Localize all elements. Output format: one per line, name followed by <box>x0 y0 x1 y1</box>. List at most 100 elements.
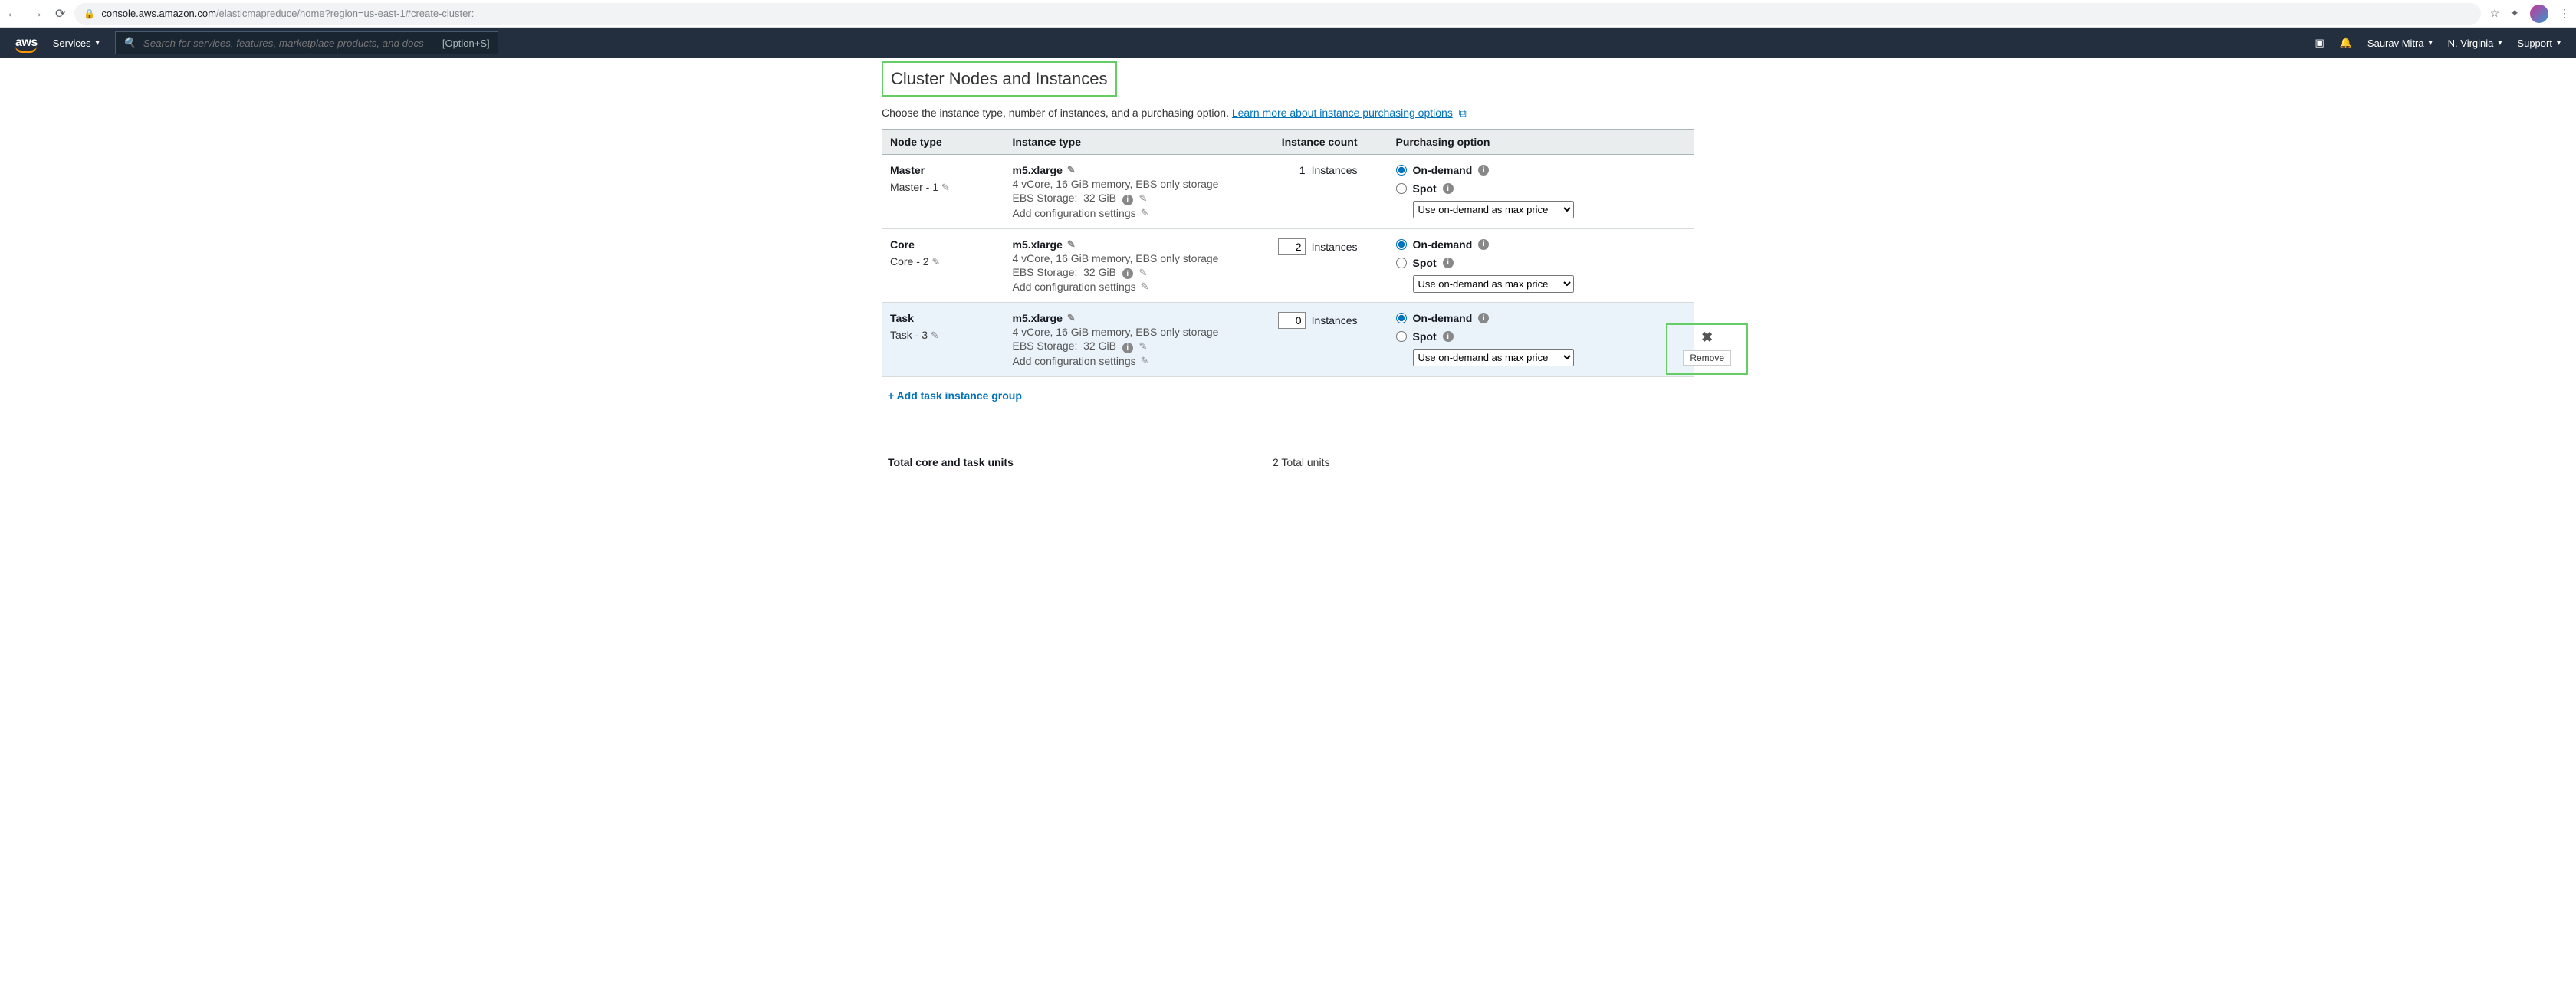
instance-type: m5.xlarge <box>1013 164 1063 176</box>
pencil-icon[interactable]: ✎ <box>941 182 950 193</box>
pencil-icon[interactable]: ✎ <box>1067 312 1076 324</box>
table-row-task: Task Task - 3 ✎ m5.xlarge ✎ 4 vCore, 16 … <box>882 303 1694 377</box>
browser-toolbar: ← → ⟳ 🔒 console.aws.amazon.com/elasticma… <box>0 0 2576 28</box>
star-icon[interactable]: ☆ <box>2490 7 2500 20</box>
back-icon[interactable]: ← <box>6 7 18 21</box>
table-row-core: Core Core - 2 ✎ m5.xlarge ✎ 4 vCore, 16 … <box>882 228 1694 303</box>
search-input[interactable] <box>143 38 435 49</box>
instance-type: m5.xlarge <box>1013 312 1063 324</box>
aws-top-nav: aws Services 🔍 [Option+S] ▣ 🔔 Saurav Mit… <box>0 28 2576 58</box>
totals-value: 2 Total units <box>1273 456 1329 468</box>
instance-count-input[interactable] <box>1278 238 1306 255</box>
col-instance-type: Instance type <box>1005 130 1266 155</box>
add-config-link[interactable]: Add configuration settings <box>1013 281 1136 293</box>
services-label: Services <box>53 38 91 49</box>
info-icon[interactable]: i <box>1478 165 1489 176</box>
section-description: Choose the instance type, number of inst… <box>882 107 1694 120</box>
info-icon[interactable]: i <box>1443 258 1454 268</box>
pencil-icon[interactable]: ✎ <box>1141 355 1149 367</box>
info-icon[interactable]: i <box>1478 239 1489 250</box>
remove-tooltip: Remove <box>1683 350 1731 366</box>
info-icon[interactable]: i <box>1122 195 1133 205</box>
ebs-label: EBS Storage: <box>1013 192 1078 204</box>
support-menu[interactable]: Support <box>2517 38 2561 49</box>
instance-specs: 4 vCore, 16 GiB memory, EBS only storage <box>1013 252 1258 264</box>
spot-radio[interactable]: Spot i <box>1396 182 1664 195</box>
on-demand-radio[interactable]: On-demand i <box>1396 164 1664 176</box>
instance-count-input[interactable] <box>1278 312 1306 329</box>
global-search[interactable]: 🔍 [Option+S] <box>115 31 498 54</box>
table-row-master: Master Master - 1 ✎ m5.xlarge ✎ 4 vCore,… <box>882 155 1694 229</box>
profile-avatar[interactable] <box>2530 5 2548 23</box>
info-icon[interactable]: i <box>1122 343 1133 353</box>
user-label: Saurav Mitra <box>2367 38 2424 49</box>
instance-count-unit: Instances <box>1312 314 1358 327</box>
spot-price-select[interactable]: Use on-demand as max price <box>1413 275 1574 293</box>
services-menu[interactable]: Services <box>53 38 100 49</box>
close-icon[interactable]: ✖ <box>1701 330 1713 346</box>
ebs-value: 32 GiB <box>1083 192 1116 204</box>
node-name: Task <box>890 312 997 324</box>
instance-count-value: 1 <box>1278 164 1306 176</box>
col-remove <box>1671 130 1694 155</box>
region-menu[interactable]: N. Virginia <box>2448 38 2502 49</box>
learn-more-link[interactable]: Learn more about instance purchasing opt… <box>1232 107 1453 119</box>
instance-count-unit: Instances <box>1312 164 1358 176</box>
spot-radio[interactable]: Spot i <box>1396 330 1664 343</box>
url-host: console.aws.amazon.com <box>101 8 216 19</box>
instance-specs: 4 vCore, 16 GiB memory, EBS only storage <box>1013 326 1258 338</box>
info-icon[interactable]: i <box>1122 268 1133 279</box>
search-icon: 🔍 <box>123 37 136 49</box>
pencil-icon[interactable]: ✎ <box>1141 281 1149 293</box>
col-instance-count: Instance count <box>1266 130 1388 155</box>
pencil-icon[interactable]: ✎ <box>932 256 940 268</box>
address-bar[interactable]: 🔒 console.aws.amazon.com/elasticmapreduc… <box>74 3 2480 25</box>
ebs-value: 32 GiB <box>1083 266 1116 278</box>
region-label: N. Virginia <box>2448 38 2494 49</box>
pencil-icon[interactable]: ✎ <box>1138 192 1147 204</box>
pencil-icon[interactable]: ✎ <box>931 330 939 341</box>
totals-label: Total core and task units <box>882 456 1273 468</box>
instance-count-unit: Instances <box>1312 241 1358 253</box>
account-menu[interactable]: Saurav Mitra <box>2367 38 2433 49</box>
url-path: /elasticmapreduce/home?region=us-east-1#… <box>216 8 474 19</box>
pencil-icon[interactable]: ✎ <box>1067 238 1076 251</box>
node-sub-label: Master - 1 <box>890 181 938 193</box>
kebab-menu-icon[interactable]: ⋮ <box>2559 7 2570 20</box>
support-label: Support <box>2517 38 2552 49</box>
node-sub-label: Core - 2 <box>890 255 929 268</box>
aws-logo[interactable]: aws <box>15 36 38 50</box>
add-config-link[interactable]: Add configuration settings <box>1013 207 1136 219</box>
add-config-link[interactable]: Add configuration settings <box>1013 355 1136 367</box>
lock-icon: 🔒 <box>84 8 95 19</box>
info-icon[interactable]: i <box>1443 331 1454 342</box>
node-name: Master <box>890 164 997 176</box>
cluster-nodes-table: Node type Instance type Instance count P… <box>882 129 1694 377</box>
spot-radio[interactable]: Spot i <box>1396 257 1664 269</box>
node-name: Core <box>890 238 997 251</box>
section-title: Cluster Nodes and Instances <box>882 61 1117 97</box>
external-link-icon: ⧉ <box>1459 107 1467 119</box>
instance-specs: 4 vCore, 16 GiB memory, EBS only storage <box>1013 178 1258 190</box>
spot-price-select[interactable]: Use on-demand as max price <box>1413 349 1574 366</box>
reload-icon[interactable]: ⟳ <box>55 6 65 21</box>
spot-price-select[interactable]: Use on-demand as max price <box>1413 201 1574 218</box>
forward-icon[interactable]: → <box>31 7 43 21</box>
info-icon[interactable]: i <box>1443 183 1454 194</box>
pencil-icon[interactable]: ✎ <box>1138 340 1147 352</box>
pencil-icon[interactable]: ✎ <box>1141 207 1149 219</box>
on-demand-radio[interactable]: On-demand i <box>1396 312 1664 324</box>
cloudshell-icon[interactable]: ▣ <box>2315 37 2324 49</box>
notifications-icon[interactable]: 🔔 <box>2340 37 2352 49</box>
pencil-icon[interactable]: ✎ <box>1067 164 1076 176</box>
extensions-icon[interactable]: ✦ <box>2510 7 2519 20</box>
col-node-type: Node type <box>882 130 1005 155</box>
remove-highlight: ✖ Remove <box>1666 323 1748 375</box>
on-demand-radio[interactable]: On-demand i <box>1396 238 1664 251</box>
info-icon[interactable]: i <box>1478 313 1489 323</box>
instance-type: m5.xlarge <box>1013 238 1063 251</box>
node-sub-label: Task - 3 <box>890 329 928 341</box>
add-task-instance-group-link[interactable]: + Add task instance group <box>888 389 1022 402</box>
pencil-icon[interactable]: ✎ <box>1138 267 1147 278</box>
ebs-value: 32 GiB <box>1083 340 1116 352</box>
